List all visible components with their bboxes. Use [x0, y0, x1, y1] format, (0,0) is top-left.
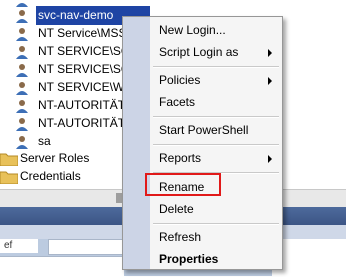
menu-item-label: New Login...: [159, 23, 226, 37]
menu-item-delete[interactable]: Delete: [123, 198, 282, 220]
menu-item-start-powershell[interactable]: Start PowerShell: [123, 119, 282, 141]
user-icon: [16, 118, 28, 131]
menu-item-policies[interactable]: Policies: [123, 69, 282, 91]
tree-folder-label: Server Roles: [20, 151, 90, 165]
menu-item-label: Start PowerShell: [159, 123, 249, 137]
panel-field[interactable]: [48, 239, 126, 255]
folder-icon: [0, 153, 18, 166]
tree-row-label: NT SERVICE\Win: [38, 80, 134, 94]
user-icon: [16, 64, 28, 77]
menu-separator: [153, 116, 279, 118]
menu-separator: [153, 66, 279, 68]
menu-item-label: Delete: [159, 202, 194, 216]
tree-row-label: NT-AUTORITÄT: [38, 116, 126, 130]
menu-separator: [153, 223, 279, 225]
user-icon: [16, 82, 28, 95]
tree-row-label: NT-AUTORITÄT: [38, 98, 126, 112]
user-icon: [16, 10, 28, 23]
tree-row-label: NT SERVICE\SQ: [38, 44, 131, 58]
menu-item-properties[interactable]: Properties: [123, 248, 282, 270]
menu-item-label: Reports: [159, 151, 202, 165]
menu-item-refresh[interactable]: Refresh: [123, 226, 282, 248]
menu-item-label: Policies: [159, 73, 201, 87]
user-icon: [16, 46, 28, 59]
panel-area-right: [272, 239, 346, 276]
rename-highlight-box: [145, 173, 221, 196]
menu-item-label: Facets: [159, 95, 196, 109]
submenu-arrow-icon: [268, 155, 272, 163]
panel-area: [0, 256, 124, 277]
menu-item-label: Properties: [159, 252, 219, 266]
menu-item-new-login[interactable]: New Login...: [123, 19, 282, 41]
user-icon: [16, 3, 28, 7]
menu-item-reports[interactable]: Reports: [123, 147, 282, 169]
submenu-arrow-icon: [268, 49, 272, 57]
menu-item-script-login-as[interactable]: Script Login as: [123, 41, 282, 63]
menu-item-facets[interactable]: Facets: [123, 91, 282, 113]
context-menu: New Login... Script Login as Policies Fa…: [122, 16, 283, 270]
user-icon: [16, 136, 28, 149]
user-icon: [16, 100, 28, 113]
menu-separator: [153, 144, 279, 146]
tree-row-label: NT Service\MSS: [38, 26, 127, 40]
tree-row-label: NT SERVICE\SQ: [38, 62, 131, 76]
menu-item-label: Script Login as: [159, 45, 239, 59]
tree-folder-label: Credentials: [20, 169, 81, 183]
panel-tab[interactable]: ef: [0, 239, 38, 253]
folder-icon: [0, 171, 18, 184]
user-icon: [16, 28, 28, 41]
menu-item-label: Refresh: [159, 230, 202, 244]
submenu-arrow-icon: [268, 77, 272, 85]
